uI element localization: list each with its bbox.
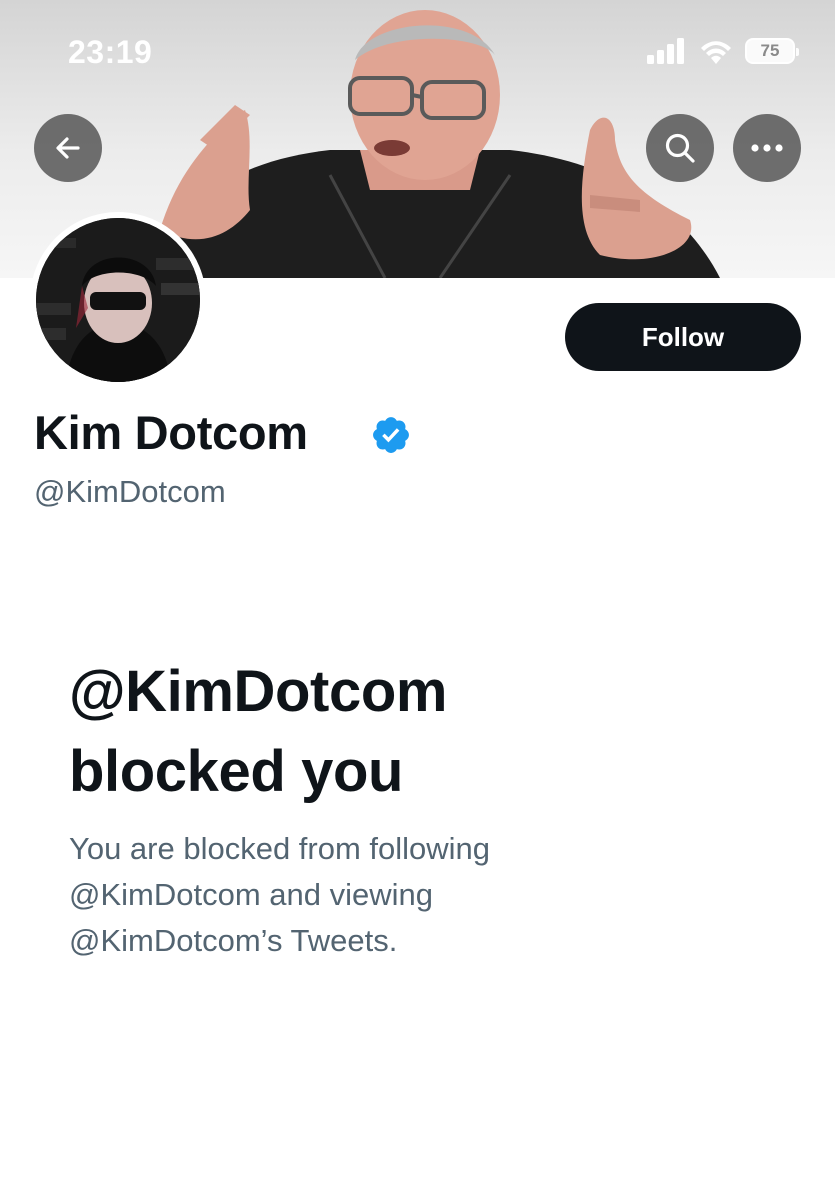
search-button[interactable] [646, 114, 714, 182]
avatar-image [36, 218, 200, 382]
battery-level: 75 [760, 41, 780, 60]
profile-handle: @KimDotcom [34, 474, 226, 509]
avatar[interactable] [30, 212, 206, 388]
more-horizontal-icon [751, 144, 783, 152]
arrow-left-icon [56, 137, 80, 159]
status-icons: 75 [647, 38, 799, 64]
follow-button[interactable]: Follow [565, 303, 801, 371]
back-button[interactable] [34, 114, 102, 182]
blocked-title: @KimDotcom blocked you [69, 652, 769, 812]
blocked-description-line1: You are blocked from following [69, 831, 491, 866]
search-icon [665, 133, 695, 163]
blocked-title-line1: @KimDotcom [69, 659, 448, 724]
wifi-icon [701, 41, 731, 64]
blocked-title-line2: blocked you [69, 739, 403, 804]
verified-badge-icon [373, 417, 409, 453]
blocked-description: You are blocked from following @KimDotco… [69, 826, 689, 964]
display-name: Kim Dotcom [34, 406, 308, 459]
blocked-description-line3: @KimDotcom’s Tweets. [69, 923, 398, 958]
battery-icon: 75 [745, 38, 799, 64]
blocked-description-line2: @KimDotcom and viewing [69, 877, 433, 912]
signal-icon [647, 38, 684, 64]
more-button[interactable] [733, 114, 801, 182]
status-time: 23:19 [68, 34, 153, 70]
